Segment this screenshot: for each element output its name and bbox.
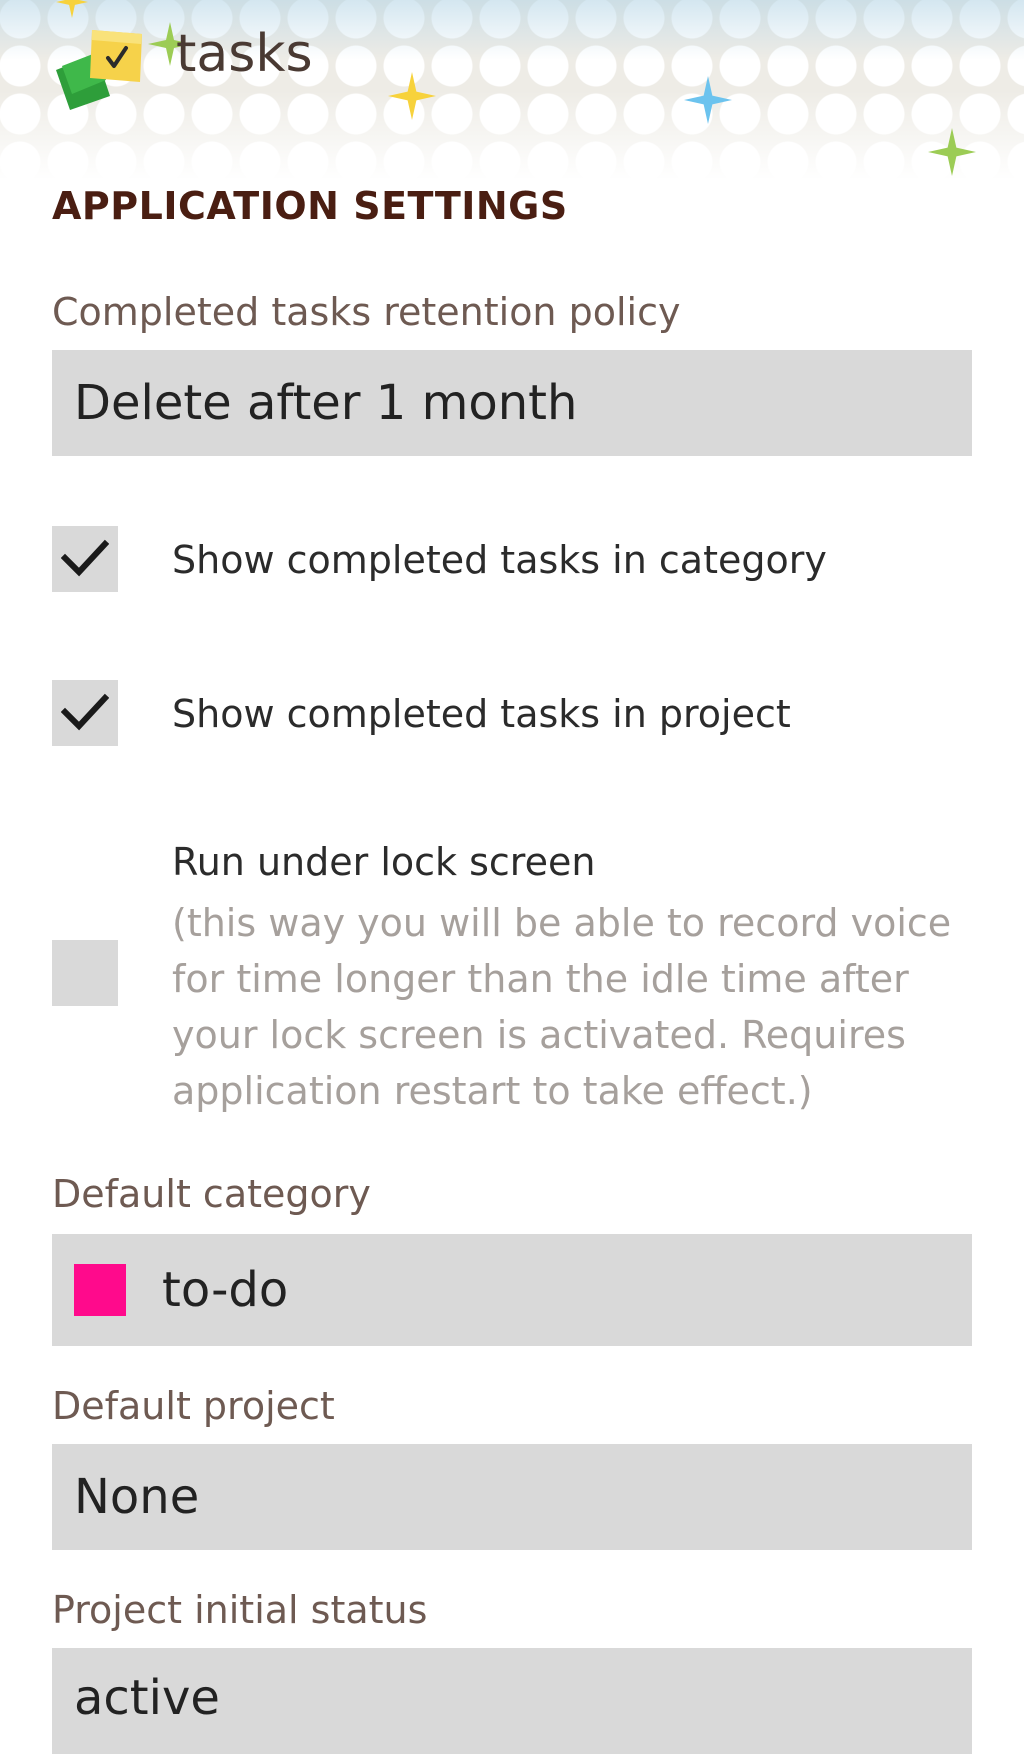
header-fade: [0, 90, 1024, 180]
default-project-label: Default project: [52, 1384, 335, 1428]
section-title: APPLICATION SETTINGS: [52, 184, 568, 228]
show-completed-in-project-label: Show completed tasks in project: [172, 692, 791, 736]
run-under-lock-screen-checkbox[interactable]: [52, 940, 118, 1006]
default-category-select[interactable]: to-do: [52, 1234, 972, 1346]
project-initial-status-value: active: [74, 1670, 220, 1726]
default-category-value: to-do: [162, 1262, 289, 1318]
checkmark-icon: [61, 693, 109, 731]
sparkle-icon: [388, 72, 436, 120]
project-initial-status-label: Project initial status: [52, 1588, 428, 1632]
category-color-swatch: [74, 1264, 126, 1316]
app-title: tasks: [176, 24, 313, 84]
run-under-lock-screen-label: Run under lock screen: [172, 840, 596, 884]
project-initial-status-select[interactable]: active: [52, 1648, 972, 1754]
default-project-select[interactable]: None: [52, 1444, 972, 1550]
retention-policy-value: Delete after 1 month: [74, 375, 578, 431]
tasks-logo-icon: [56, 30, 142, 110]
default-category-label: Default category: [52, 1172, 371, 1216]
sparkle-icon: [928, 128, 976, 176]
app-header: tasks: [0, 0, 1024, 180]
show-completed-in-project-checkbox[interactable]: [52, 680, 118, 746]
sparkle-icon: [684, 76, 732, 124]
show-completed-in-category-label: Show completed tasks in category: [172, 538, 827, 582]
sparkle-icon: [56, 0, 88, 18]
retention-policy-label: Completed tasks retention policy: [52, 290, 681, 334]
retention-policy-select[interactable]: Delete after 1 month: [52, 350, 972, 456]
run-under-lock-screen-description: (this way you will be able to record voi…: [172, 901, 952, 1113]
default-project-value: None: [74, 1469, 200, 1525]
show-completed-in-category-checkbox[interactable]: [52, 526, 118, 592]
checkmark-icon: [61, 539, 109, 577]
